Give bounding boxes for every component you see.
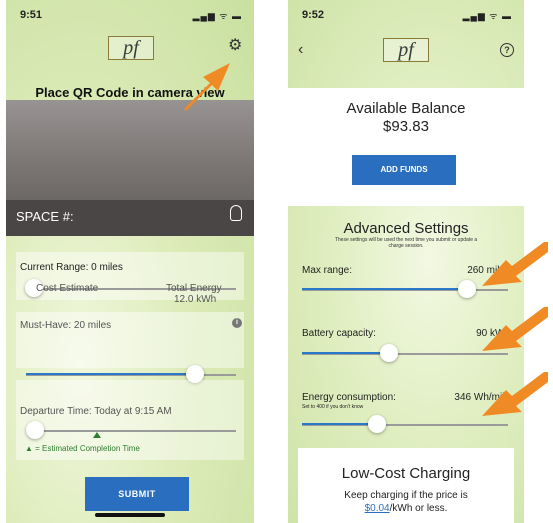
must-have-fill — [26, 373, 200, 375]
advanced-settings-title: Advanced Settings — [343, 220, 469, 237]
status-time: 9:52 — [302, 9, 325, 21]
low-cost-price-line: $0.04/kWh or less. — [288, 503, 524, 514]
must-have-label: Must-Have: 20 miles — [20, 320, 112, 331]
pf-logo: pf — [383, 38, 429, 62]
annotation-arrow-energy — [482, 372, 548, 416]
info-icon[interactable]: i — [232, 318, 242, 328]
home-indicator — [95, 513, 165, 517]
low-cost-title: Low-Cost Charging — [341, 465, 471, 482]
gear-icon[interactable]: ⚙ — [228, 38, 244, 54]
camera-view[interactable] — [6, 100, 254, 200]
flashlight-icon[interactable] — [230, 205, 242, 221]
departure-time-label: Departure Time: Today at 9:15 AM — [20, 406, 172, 417]
energy-consumption-label: Energy consumption: — [302, 392, 396, 403]
cost-estimate-label: Cost Estimate — [36, 283, 99, 294]
space-number-label: SPACE #: — [16, 209, 74, 224]
status-bar: 9:52 ▂▄▆ ᯤ ▬ — [288, 0, 524, 28]
add-funds-button[interactable]: ADD FUNDS — [352, 155, 456, 185]
status-icons: ▂▄▆ ᯤ ▬ — [192, 11, 242, 21]
total-energy-value: 12.0 kWh — [174, 294, 217, 305]
battery-capacity-label: Battery capacity: — [302, 328, 376, 339]
departure-track — [26, 430, 236, 432]
help-icon[interactable]: ? — [500, 43, 514, 57]
balance-title: Available Balance — [346, 100, 466, 117]
max-range-label: Max range: — [302, 265, 353, 276]
submit-button[interactable]: SUBMIT — [85, 477, 189, 511]
back-chevron-icon[interactable]: ‹ — [298, 41, 303, 59]
battery-capacity-slider-thumb[interactable] — [380, 344, 398, 362]
max-range-slider-thumb[interactable] — [458, 280, 476, 298]
status-bar: 9:51 ▂▄▆ ᯤ ▬ — [6, 0, 254, 28]
low-cost-line: Keep charging if the price is — [344, 490, 468, 501]
balance-value: $93.83 — [383, 118, 429, 135]
status-icons: ▂▄▆ ᯤ ▬ — [462, 11, 512, 21]
advanced-settings-note: These settings will be used the next tim… — [334, 237, 478, 249]
energy-consumption-sublabel: Set to 400 if you don't know — [302, 404, 364, 410]
completion-marker-icon — [93, 432, 101, 438]
status-time: 9:51 — [20, 9, 43, 21]
max-range-fill — [302, 288, 474, 290]
estimated-completion-legend: ▲ = Estimated Completion Time — [25, 444, 140, 453]
low-cost-price-suffix: /kWh or less. — [389, 503, 448, 514]
annotation-arrow-max-range — [482, 242, 548, 286]
departure-slider-thumb[interactable] — [26, 421, 44, 439]
low-cost-price-link[interactable]: $0.04 — [365, 503, 390, 514]
energy-consumption-slider-thumb[interactable] — [368, 415, 386, 433]
pf-logo: pf — [108, 36, 154, 60]
annotation-arrow-battery — [482, 307, 548, 351]
energy-consumption-fill — [302, 423, 378, 425]
current-range-label: Current Range: 0 miles — [20, 262, 123, 273]
battery-capacity-fill — [302, 352, 390, 354]
total-energy-label: Total Energy — [166, 283, 222, 294]
annotation-arrow-gear — [184, 63, 230, 111]
